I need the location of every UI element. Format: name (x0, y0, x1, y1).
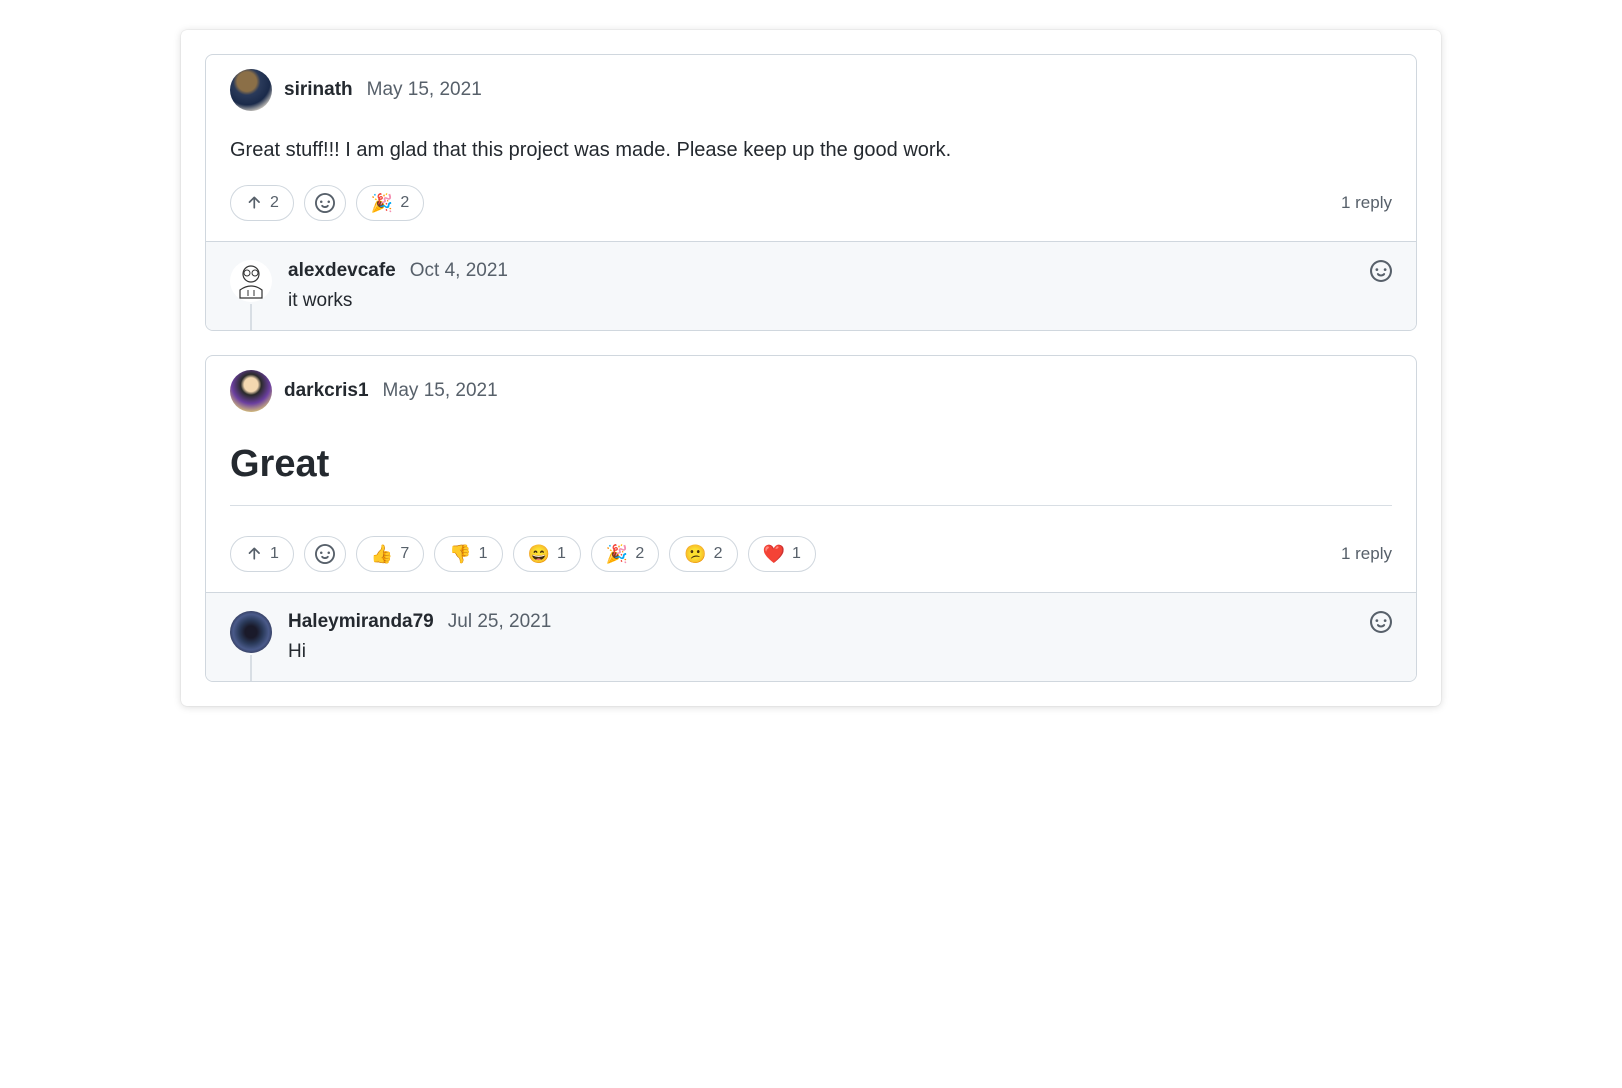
reply-item: alexdevcafe Oct 4, 2021 it works (206, 241, 1416, 330)
reply-header: alexdevcafe Oct 4, 2021 (288, 260, 1354, 282)
laugh-icon: 😄 (528, 545, 550, 563)
add-reaction-button[interactable] (1370, 260, 1392, 312)
reaction-tada-button[interactable]: 🎉 2 (591, 536, 659, 572)
timestamp-link[interactable]: May 15, 2021 (367, 79, 482, 101)
discussion-body: Great (206, 412, 1416, 526)
thumbsup-icon: 👍 (371, 545, 393, 563)
smile-icon (1370, 611, 1392, 633)
heart-icon: ❤️ (763, 545, 785, 563)
discussion-card: darkcris1 May 15, 2021 Great 1 (205, 355, 1417, 682)
reply-count: 1 reply (1341, 544, 1392, 564)
header-text: sirinath May 15, 2021 (284, 79, 482, 101)
arrow-up-icon (245, 194, 263, 212)
reply-count: 1 reply (1341, 193, 1392, 213)
username-link[interactable]: darkcris1 (284, 380, 369, 402)
reply-text: Hi (288, 641, 1354, 663)
reply-content: alexdevcafe Oct 4, 2021 it works (288, 260, 1354, 312)
reaction-count: 2 (400, 194, 409, 212)
discussions-container: sirinath May 15, 2021 Great stuff!!! I a… (181, 30, 1441, 706)
avatar[interactable] (230, 370, 272, 412)
reaction-thumbsdown-button[interactable]: 👎 1 (434, 536, 502, 572)
reply-header: Haleymiranda79 Jul 25, 2021 (288, 611, 1354, 633)
discussion-footer: 1 👍 7 👎 1 😄 1 (206, 526, 1416, 592)
username-link[interactable]: alexdevcafe (288, 260, 396, 282)
add-reaction-button[interactable] (304, 536, 346, 572)
tada-icon: 🎉 (606, 545, 628, 563)
confused-icon: 😕 (684, 545, 706, 563)
reaction-count: 1 (479, 545, 488, 563)
upvote-count: 1 (270, 545, 279, 563)
avatar[interactable] (230, 611, 272, 653)
reactions-bar: 1 👍 7 👎 1 😄 1 (230, 536, 816, 572)
reaction-laugh-button[interactable]: 😄 1 (513, 536, 581, 572)
reactions-bar: 2 🎉 2 (230, 185, 424, 221)
reaction-count: 1 (557, 545, 566, 563)
smile-icon (1370, 260, 1392, 282)
discussion-heading: Great (230, 436, 1392, 506)
upvote-button[interactable]: 2 (230, 185, 294, 221)
tada-icon: 🎉 (371, 194, 393, 212)
username-link[interactable]: sirinath (284, 79, 353, 101)
reaction-tada-button[interactable]: 🎉 2 (356, 185, 424, 221)
thumbsdown-icon: 👎 (449, 545, 471, 563)
reaction-thumbsup-button[interactable]: 👍 7 (356, 536, 424, 572)
smile-icon (315, 544, 335, 564)
add-reaction-button[interactable] (304, 185, 346, 221)
reaction-count: 1 (792, 545, 801, 563)
arrow-up-icon (245, 545, 263, 563)
reply-item: Haleymiranda79 Jul 25, 2021 Hi (206, 592, 1416, 681)
avatar[interactable] (230, 69, 272, 111)
discussion-footer: 2 🎉 2 1 reply (206, 175, 1416, 241)
discussion-text: Great stuff!!! I am glad that this proje… (230, 139, 951, 161)
smile-icon (315, 193, 335, 213)
avatar-illustration-icon (230, 260, 272, 302)
timestamp-link[interactable]: Oct 4, 2021 (410, 260, 508, 282)
discussion-card: sirinath May 15, 2021 Great stuff!!! I a… (205, 54, 1417, 331)
reply-text: it works (288, 290, 1354, 312)
avatar[interactable] (230, 260, 272, 302)
reply-content: Haleymiranda79 Jul 25, 2021 Hi (288, 611, 1354, 663)
reaction-heart-button[interactable]: ❤️ 1 (748, 536, 816, 572)
reaction-count: 2 (635, 545, 644, 563)
reaction-confused-button[interactable]: 😕 2 (669, 536, 737, 572)
reaction-count: 2 (714, 545, 723, 563)
reaction-count: 7 (400, 545, 409, 563)
discussion-header: sirinath May 15, 2021 (206, 55, 1416, 111)
upvote-button[interactable]: 1 (230, 536, 294, 572)
username-link[interactable]: Haleymiranda79 (288, 611, 434, 633)
discussion-header: darkcris1 May 15, 2021 (206, 356, 1416, 412)
header-text: darkcris1 May 15, 2021 (284, 380, 498, 402)
timestamp-link[interactable]: Jul 25, 2021 (448, 611, 552, 633)
timestamp-link[interactable]: May 15, 2021 (383, 380, 498, 402)
upvote-count: 2 (270, 194, 279, 212)
discussion-body: Great stuff!!! I am glad that this proje… (206, 111, 1416, 175)
add-reaction-button[interactable] (1370, 611, 1392, 663)
